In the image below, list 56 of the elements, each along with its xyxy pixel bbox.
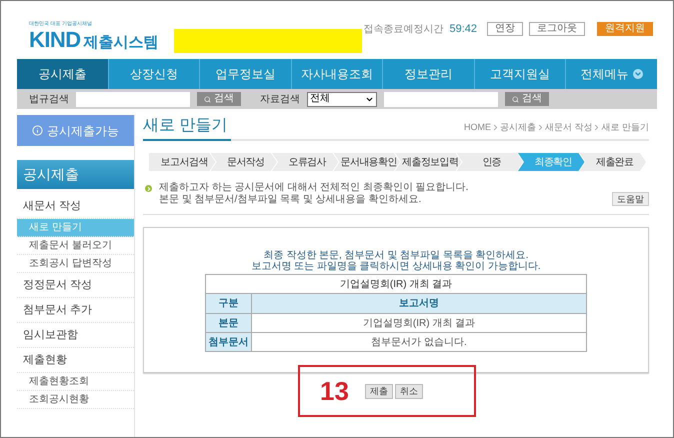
page-title: 새로 만들기 — [143, 114, 232, 141]
step-indicator: 최종확인 — [518, 153, 584, 171]
step-indicator: 문서내용확인 — [334, 153, 400, 171]
law-search-field[interactable] — [76, 92, 190, 106]
action-button[interactable]: 제출 — [364, 384, 393, 398]
logo-mark: KIND — [29, 29, 81, 51]
data-search-label: 자료검색 — [260, 92, 300, 106]
law-search-label: 법규검색 — [29, 92, 69, 106]
header-button[interactable]: 연장 — [487, 22, 523, 36]
search-button[interactable]: 검색 — [197, 92, 241, 106]
summary-text: 보고서명 또는 파일명을 클릭하시면 상세내용 확인이 가능합니다. — [251, 261, 541, 272]
dropdown-icon — [633, 69, 644, 79]
logo-name: 제출시스템 — [84, 35, 159, 50]
search-icon — [204, 96, 211, 102]
data-search-field[interactable] — [384, 92, 498, 106]
annotation-number: 13 — [320, 378, 349, 404]
sidebar-item[interactable]: 조회공시현황 — [17, 391, 134, 409]
nav-tab[interactable]: 공시제출 — [17, 59, 109, 89]
notice-text: 본문 및 첨부문서/첨부파일 목록 및 상세내용을 확인하세요. — [159, 194, 422, 206]
action-button[interactable]: 취소 — [394, 384, 423, 398]
sidebar-item[interactable]: 제출현황 — [17, 348, 134, 373]
summary-text: 최종 작성한 본문, 첨부문서 및 첨부파일 목록을 확인하세요. — [263, 250, 528, 261]
step-indicator: 제출정보입력 — [395, 153, 462, 171]
step-indicator: 오류검사 — [272, 153, 338, 171]
row-header: 본문 — [206, 314, 252, 332]
session-time: 59:42 — [449, 22, 477, 37]
notice-text: 제출하고자 하는 공시문서에 대해서 전체적인 최종확인이 필요합니다. — [159, 182, 468, 194]
table-cell[interactable]: 기업설명회(IR) 개최 결과 — [252, 314, 586, 332]
column-header: 구분 — [206, 294, 252, 314]
sidebar-item[interactable]: 첨부문서 추가 — [17, 298, 134, 323]
help-button[interactable]: 도움말 — [612, 192, 649, 206]
session-label: 접속종료예정시간 — [363, 22, 444, 37]
breadcrumb-link[interactable]: HOME — [464, 120, 491, 134]
breadcrumb-link[interactable]: 공시제출 — [500, 120, 536, 134]
sidebar-item[interactable]: 조회공시 답변작성 — [17, 255, 134, 273]
table-cell[interactable]: 첨부문서가 없습니다. — [252, 332, 586, 352]
column-header: 보고서명 — [252, 294, 586, 314]
sidebar-item[interactable]: 임시보관함 — [17, 323, 134, 348]
breadcrumb-link[interactable]: 새로 만들기 — [601, 120, 649, 134]
table-caption: 기업설명회(IR) 개최 결과 — [206, 274, 586, 294]
row-header: 첨부문서 — [206, 332, 252, 352]
step-indicator: 제출완료 — [580, 153, 646, 171]
category-select[interactable]: 전체 — [307, 92, 377, 106]
search-button[interactable]: 검색 — [505, 92, 549, 106]
info-icon — [32, 125, 43, 136]
sidebar-item[interactable]: 제출문서 불러오기 — [17, 237, 134, 255]
step-indicator: 문서작성 — [210, 153, 277, 171]
step-indicator: 보고서검색 — [149, 153, 216, 171]
header-button[interactable]: 로그아웃 — [529, 22, 585, 36]
search-icon — [512, 96, 519, 102]
step-indicator: 인증 — [456, 153, 523, 171]
breadcrumb-link[interactable]: 새문서 작성 — [544, 120, 592, 134]
sidebar-item[interactable]: 정정문서 작성 — [17, 273, 134, 298]
bullet-icon — [145, 185, 152, 192]
sidebar-item[interactable]: 제출현황조회 — [17, 373, 134, 391]
sidebar-section-title: 공시제출 — [17, 160, 134, 189]
